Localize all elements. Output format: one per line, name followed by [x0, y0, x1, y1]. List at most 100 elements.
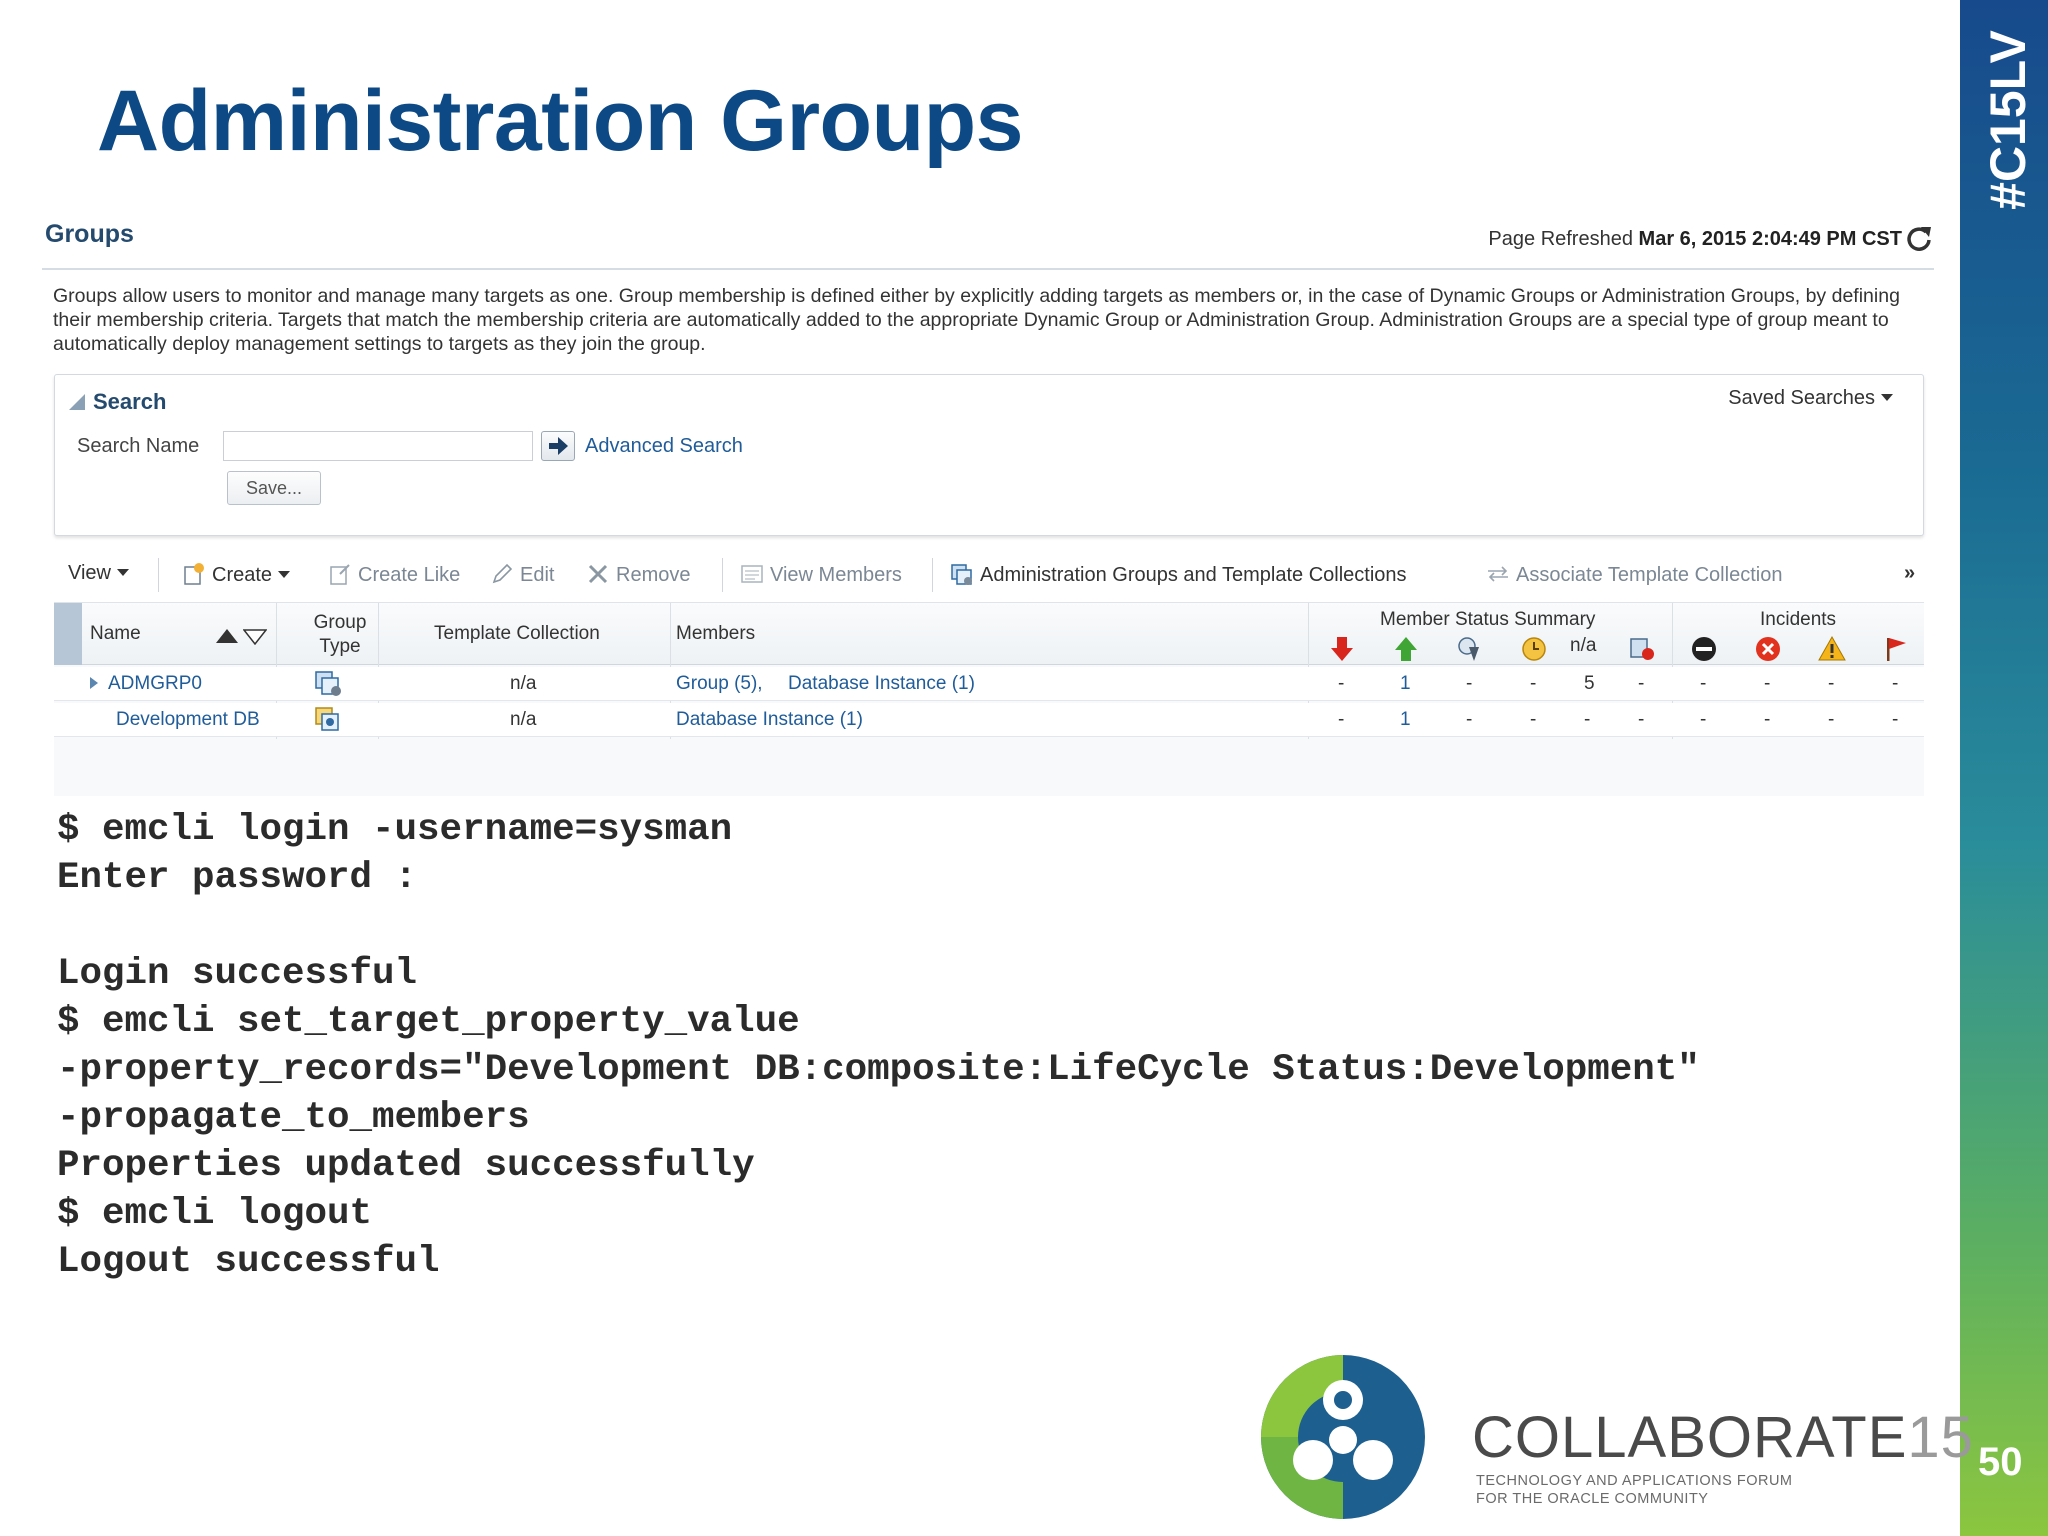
create-like-label: Create Like — [358, 564, 461, 586]
escalated-flag-icon[interactable] — [1882, 635, 1910, 663]
incident-escalated-count: - — [1892, 673, 1899, 694]
chevron-down-icon — [117, 569, 129, 576]
row-name-link[interactable]: Development DB — [116, 709, 260, 731]
col-template-collection[interactable]: Template Collection — [434, 623, 600, 645]
col-name[interactable]: Name — [90, 623, 141, 645]
row-template-collection: n/a — [510, 673, 537, 694]
view-menu[interactable]: View — [68, 562, 129, 585]
slide-title: Administration Groups — [97, 73, 1023, 169]
view-members-icon — [741, 565, 763, 583]
incident-critical-count: - — [1764, 673, 1771, 694]
groups-toolbar: View Create Create Like Edit Remove View… — [54, 552, 1924, 598]
row-members-db-link[interactable]: Database Instance (1) — [788, 673, 975, 695]
fatal-incident-icon[interactable] — [1690, 635, 1718, 663]
sort-ascending-icon[interactable] — [216, 629, 238, 643]
sort-descending-icon[interactable] — [242, 629, 268, 646]
admin-group-type-icon — [315, 671, 341, 696]
remove-x-icon — [588, 564, 608, 584]
save-search-button[interactable]: Save... — [227, 471, 321, 505]
toolbar-divider — [158, 558, 159, 592]
expand-icon[interactable] — [90, 677, 98, 689]
sort-control[interactable] — [216, 627, 268, 649]
view-menu-label: View — [68, 562, 111, 584]
row-members-group-link[interactable]: Group (5), — [676, 673, 763, 695]
collapse-icon[interactable] — [69, 394, 85, 410]
row-members-db-link[interactable]: Database Instance (1) — [676, 709, 863, 731]
status-down-count: - — [1338, 673, 1345, 694]
create-menu[interactable]: Create — [182, 562, 291, 587]
create-like-button[interactable]: Create Like — [328, 562, 460, 587]
col-members[interactable]: Members — [676, 623, 755, 645]
pencil-icon — [492, 563, 513, 584]
row-name[interactable]: ADMGRP0 — [90, 673, 202, 695]
table-row[interactable]: ADMGRP0 n/a Group (5), Database Instance… — [54, 667, 1924, 701]
arrow-right-icon — [549, 437, 568, 455]
toolbar-divider — [932, 558, 933, 592]
incident-fatal-count: - — [1700, 673, 1707, 694]
refresh-label: Page Refreshed — [1488, 228, 1633, 250]
status-unreachable-count: - — [1638, 709, 1645, 730]
search-name-input[interactable] — [223, 431, 533, 461]
terminal-line: Properties updated successfully — [57, 1145, 755, 1187]
toolbar-overflow-button[interactable]: » — [1904, 562, 1915, 585]
remove-button[interactable]: Remove — [586, 562, 690, 587]
status-up-count[interactable]: 1 — [1400, 673, 1411, 695]
critical-incident-icon[interactable] — [1754, 635, 1782, 663]
conference-hashtag: #C15LV — [1980, 30, 2036, 210]
collaborate-logo-icon — [1261, 1355, 1425, 1519]
toolbar-divider — [722, 558, 723, 592]
blackout-icon[interactable] — [1456, 635, 1484, 663]
edit-button[interactable]: Edit — [490, 562, 554, 587]
terminal-line: $ emcli login -username=sysman — [57, 809, 733, 851]
terminal-line: $ emcli logout — [57, 1193, 373, 1235]
status-pending-count: - — [1530, 709, 1537, 730]
terminal-line: -propagate_to_members — [57, 1097, 530, 1139]
col-incidents: Incidents — [1760, 609, 1837, 630]
agent-unreachable-icon[interactable] — [1628, 635, 1656, 663]
row-selector-header — [54, 603, 82, 665]
incident-warning-count: - — [1828, 673, 1835, 694]
status-blackout-count: - — [1466, 673, 1473, 694]
chevron-down-icon — [278, 571, 291, 578]
admin-groups-icon — [951, 564, 972, 585]
incident-critical-count: - — [1764, 709, 1771, 730]
table-row[interactable]: Development DB n/a Database Instance (1)… — [54, 703, 1924, 737]
status-up-count[interactable]: 1 — [1400, 709, 1411, 731]
admin-groups-label: Administration Groups and Template Colle… — [980, 564, 1407, 586]
edit-label: Edit — [520, 564, 555, 586]
groups-description: Groups allow users to monitor and manage… — [53, 285, 1900, 355]
col-group-type[interactable]: Group Type — [302, 611, 378, 659]
groups-title: Groups — [45, 220, 134, 248]
col-status-na[interactable]: n/a — [1570, 635, 1596, 657]
target-down-icon[interactable] — [1328, 635, 1356, 663]
col-group-type-line2: Type — [319, 636, 361, 657]
search-name-label: Search Name — [77, 435, 200, 457]
warning-incident-icon[interactable] — [1818, 635, 1846, 663]
incident-escalated-count: - — [1892, 709, 1899, 730]
logo-tagline-line1: TECHNOLOGY AND APPLICATIONS FORUM — [1476, 1473, 1793, 1489]
logo-tagline-line2: FOR THE ORACLE COMMUNITY — [1476, 1491, 1709, 1507]
emcli-terminal-output: $ emcli login -username=sysman Enter pas… — [57, 806, 1700, 1286]
incident-fatal-count: - — [1700, 709, 1707, 730]
refresh-icon[interactable] — [1904, 224, 1934, 254]
search-go-button[interactable] — [541, 431, 575, 461]
terminal-line: Login successful — [57, 953, 418, 995]
search-header[interactable]: Search — [69, 389, 166, 415]
view-members-button[interactable]: View Members — [740, 562, 902, 587]
side-banner — [1960, 0, 2048, 1536]
search-title: Search — [93, 389, 167, 414]
row-name-link[interactable]: ADMGRP0 — [108, 673, 202, 694]
terminal-line: Logout successful — [57, 1241, 440, 1283]
status-na-count: - — [1584, 709, 1591, 730]
saved-searches-dropdown[interactable]: Saved Searches — [1728, 387, 1893, 410]
associate-template-button[interactable]: Associate Template Collection — [1486, 562, 1782, 587]
create-like-icon — [330, 564, 350, 585]
pending-clock-icon[interactable] — [1520, 635, 1548, 663]
col-member-status-summary: Member Status Summary — [1380, 609, 1596, 630]
remove-label: Remove — [616, 564, 691, 586]
admin-groups-button[interactable]: Administration Groups and Template Colle… — [950, 562, 1407, 587]
groups-header: Groups Page Refreshed Mar 6, 2015 2:04:4… — [42, 210, 1934, 270]
advanced-search-link[interactable]: Advanced Search — [585, 435, 743, 458]
groups-table: Name Group Type Template Collection Memb… — [54, 602, 1924, 796]
target-up-icon[interactable] — [1392, 635, 1420, 663]
